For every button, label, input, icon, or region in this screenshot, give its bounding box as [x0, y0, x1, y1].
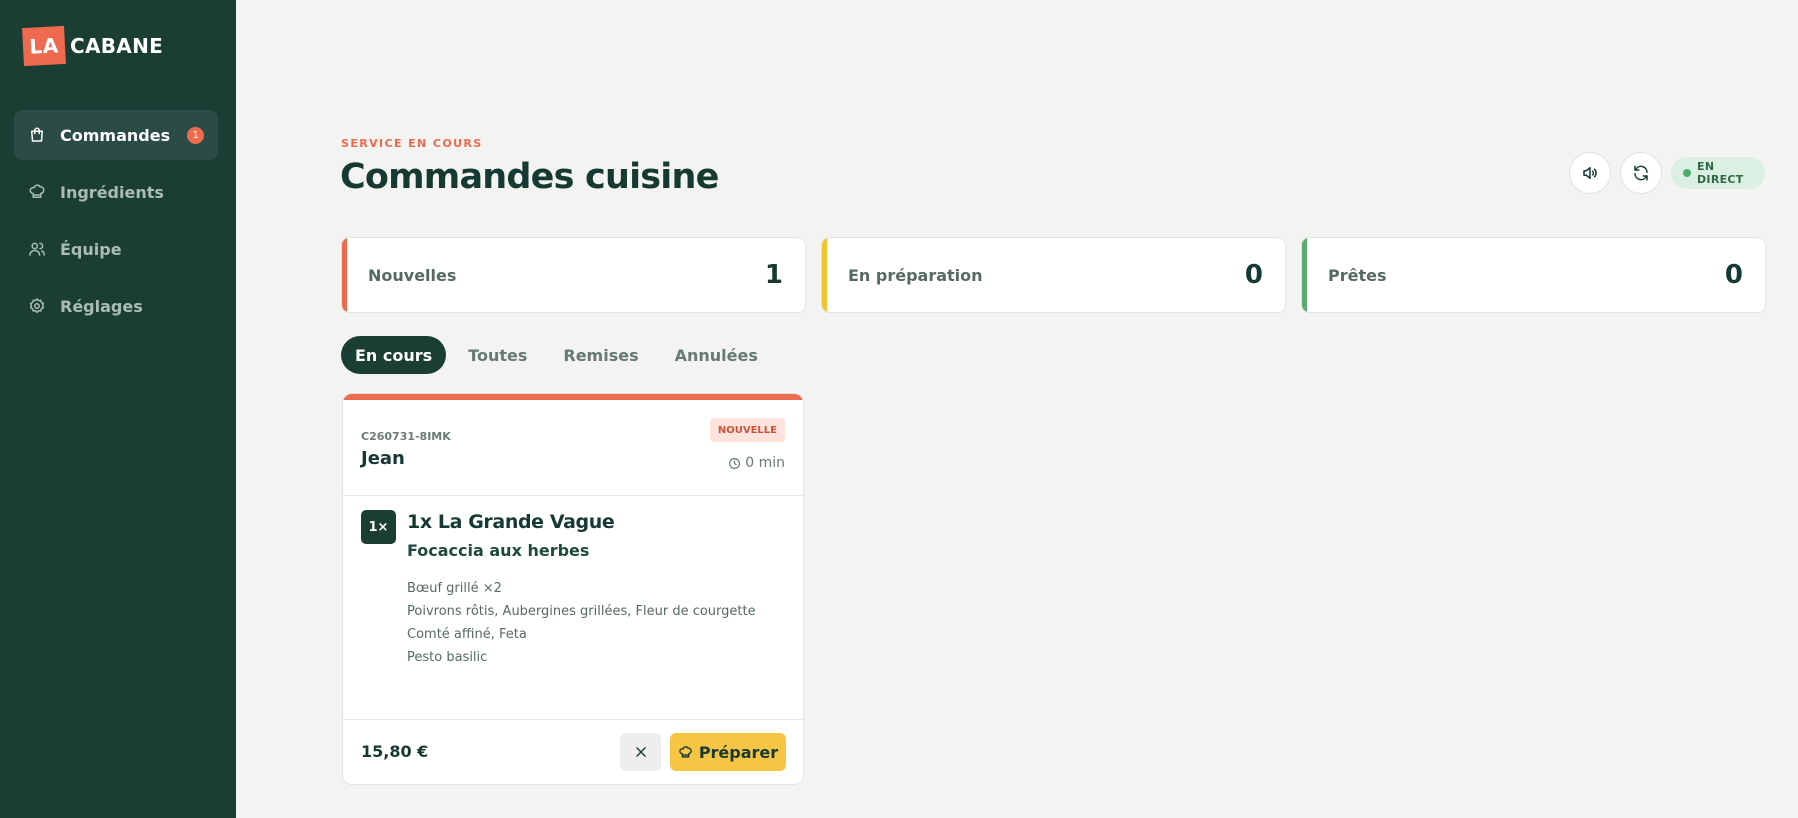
modifier-line: Pesto basilic	[407, 650, 488, 665]
item-modifiers: Bœuf grillé ×2 Poivrons rôtis, Aubergine…	[407, 577, 756, 669]
order-elapsed-time: 0 min	[728, 455, 785, 471]
live-status-label: EN DIRECT	[1697, 160, 1744, 186]
sidebar-item-equipe[interactable]: Équipe	[14, 224, 218, 274]
sidebar-nav: Commandes 1 Ingrédients Équipe Réglages	[14, 110, 218, 338]
shopping-bag-icon	[28, 126, 46, 144]
sidebar-item-commandes[interactable]: Commandes 1	[14, 110, 218, 160]
stat-value: 1	[764, 260, 783, 290]
page-eyebrow: SERVICE EN COURS	[341, 137, 483, 150]
brand-logo[interactable]: LA CABANE	[22, 25, 164, 67]
stat-label: Nouvelles	[368, 265, 457, 285]
sound-toggle-button[interactable]	[1569, 152, 1611, 194]
sidebar-item-label: Ingrédients	[60, 182, 164, 202]
sidebar: LA CABANE Commandes 1 Ingrédients Équipe…	[0, 0, 236, 818]
stat-card-en-preparation: En préparation 0	[821, 237, 1286, 313]
chef-hat-icon	[28, 183, 46, 201]
item-subtitle: Focaccia aux herbes	[407, 541, 590, 560]
clock-icon	[728, 457, 745, 470]
close-icon	[634, 745, 648, 759]
sidebar-item-reglages[interactable]: Réglages	[14, 281, 218, 331]
stat-label: En préparation	[848, 265, 983, 285]
orders-count-badge: 1	[187, 127, 204, 144]
page-title: Commandes cuisine	[340, 157, 719, 197]
sidebar-item-ingredients[interactable]: Ingrédients	[14, 167, 218, 217]
item-quantity-badge: 1×	[361, 510, 396, 544]
tab-remises[interactable]: Remises	[549, 336, 652, 374]
stat-card-nouvelles: Nouvelles 1	[341, 237, 806, 313]
logo-cabane: CABANE	[70, 34, 164, 58]
tab-en-cours[interactable]: En cours	[341, 336, 447, 374]
cancel-order-button[interactable]	[620, 733, 661, 771]
modifier-line: Bœuf grillé ×2	[407, 581, 502, 596]
modifier-line: Comté affiné, Feta	[407, 627, 527, 642]
stat-card-pretes: Prêtes 0	[1301, 237, 1766, 313]
speaker-icon	[1581, 164, 1599, 182]
order-card-header: C260731-8IMK Jean NOUVELLE 0 min	[343, 400, 803, 496]
sidebar-item-label: Commandes	[60, 125, 171, 145]
order-id: C260731-8IMK	[361, 430, 451, 443]
users-icon	[28, 240, 46, 258]
chef-hat-icon	[678, 745, 699, 760]
prepare-button-label: Préparer	[698, 742, 779, 762]
prepare-button[interactable]: Préparer	[670, 733, 786, 771]
live-dot-icon	[1683, 169, 1691, 177]
refresh-button[interactable]	[1620, 152, 1662, 194]
order-filter-tabs: En cours Toutes Remises Annulées	[341, 336, 780, 374]
status-badge: NOUVELLE	[709, 418, 785, 442]
logo-la: LA	[22, 25, 66, 67]
refresh-icon	[1632, 164, 1650, 182]
tab-annulees[interactable]: Annulées	[661, 336, 772, 374]
modifier-line: Poivrons rôtis, Aubergines grillées, Fle…	[407, 604, 756, 619]
order-customer-name: Jean	[361, 448, 405, 469]
order-elapsed-value: 0 min	[745, 455, 785, 471]
live-status-badge: EN DIRECT	[1671, 157, 1765, 189]
stat-label: Prêtes	[1328, 265, 1387, 285]
stat-value: 0	[1244, 260, 1263, 290]
stat-value: 0	[1724, 260, 1743, 290]
order-price: 15,80 €	[361, 742, 429, 761]
sidebar-item-label: Réglages	[60, 296, 143, 316]
tab-toutes[interactable]: Toutes	[454, 336, 541, 374]
order-card-footer: 15,80 € Préparer	[343, 719, 803, 784]
sidebar-item-label: Équipe	[60, 239, 122, 259]
gear-icon	[28, 297, 46, 315]
order-card: C260731-8IMK Jean NOUVELLE 0 min 1× 1x L…	[342, 393, 804, 785]
item-title: 1x La Grande Vague	[407, 511, 615, 533]
